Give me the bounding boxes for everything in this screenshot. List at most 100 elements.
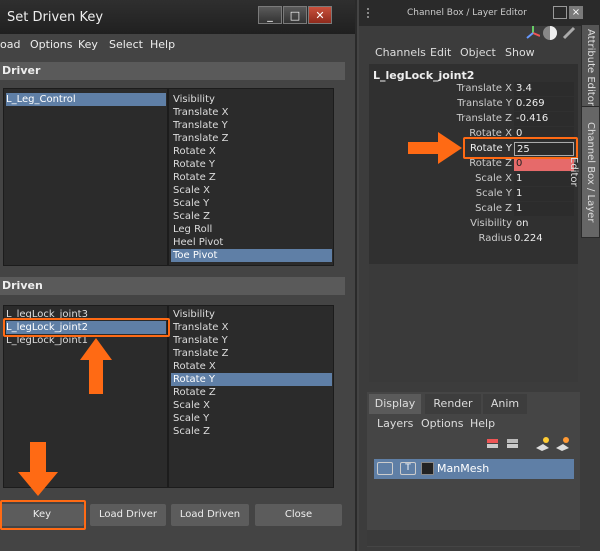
driver-object-list[interactable]: L_Leg_Control: [3, 88, 168, 266]
menu-show[interactable]: Show: [505, 46, 535, 59]
layer-visibility-toggle[interactable]: [377, 462, 393, 475]
driven-attr-item[interactable]: Scale X: [171, 399, 332, 412]
menu-help[interactable]: Help: [470, 417, 495, 430]
driver-attr-item[interactable]: Visibility: [171, 93, 332, 106]
driver-object-item[interactable]: L_Leg_Control: [6, 93, 166, 106]
driver-attr-item[interactable]: Scale Z: [171, 210, 332, 223]
channel-value[interactable]: 0.224: [512, 232, 572, 246]
maximize-button[interactable]: □: [283, 6, 307, 24]
layer-type-toggle[interactable]: T: [400, 462, 416, 475]
channel-value[interactable]: on: [514, 217, 574, 231]
up-arrow-icon: [80, 338, 112, 394]
new-layer-add-icon[interactable]: [554, 436, 570, 452]
axis-icon[interactable]: [526, 26, 540, 40]
channel-box-layer-editor-tab[interactable]: Channel Box / Layer Editor: [568, 106, 600, 238]
channel-row[interactable]: Translate Y 0.269: [359, 97, 579, 112]
channel-row[interactable]: Scale X 1: [359, 172, 579, 187]
driver-attr-item[interactable]: Translate Z: [171, 132, 332, 145]
channel-row[interactable]: Visibility on: [359, 217, 579, 232]
close-panel-icon[interactable]: ×: [569, 6, 583, 19]
driver-attr-item[interactable]: Translate X: [171, 106, 332, 119]
channel-box-titlebar[interactable]: Channel Box / Layer Editor ×: [359, 0, 600, 26]
channel-row[interactable]: Rotate Z 0: [359, 157, 579, 172]
tab-display[interactable]: Display: [369, 394, 421, 414]
driver-attr-item[interactable]: Translate Y: [171, 119, 332, 132]
channel-label: Visibility: [470, 218, 512, 229]
new-layer-selected-icon[interactable]: [484, 436, 500, 452]
new-layer-star-icon[interactable]: [534, 436, 550, 452]
menu-bar: oad Options Key Select Help: [0, 34, 355, 56]
tab-render[interactable]: Render: [425, 394, 481, 414]
driver-attr-item[interactable]: Rotate Y: [171, 158, 332, 171]
menu-options[interactable]: Options: [30, 38, 72, 51]
driven-object-item[interactable]: L_legLock_joint3: [6, 308, 166, 321]
channel-box-panel: Channel Box / Layer Editor × Channels Ed…: [359, 0, 600, 551]
driven-attr-item[interactable]: Translate Z: [171, 347, 332, 360]
tab-anim[interactable]: Anim: [483, 394, 527, 414]
driven-attr-item[interactable]: Visibility: [171, 308, 332, 321]
channel-row[interactable]: Rotate X 0: [359, 127, 579, 142]
channel-row[interactable]: Radius 0.224: [359, 232, 579, 247]
menu-edit[interactable]: Edit: [430, 46, 451, 59]
channel-value[interactable]: 1: [514, 187, 574, 201]
menu-options[interactable]: Options: [421, 417, 463, 430]
channel-value[interactable]: 0: [514, 127, 574, 141]
driven-attribute-list[interactable]: Visibility Translate X Translate Y Trans…: [168, 305, 334, 488]
driver-attr-item[interactable]: Rotate X: [171, 145, 332, 158]
wrench-icon[interactable]: [562, 26, 576, 40]
attribute-editor-tab[interactable]: Attribute Editor: [581, 24, 600, 110]
channel-label: Translate Z: [456, 113, 512, 124]
driven-attr-item[interactable]: Translate Y: [171, 334, 332, 347]
driven-object-item-selected[interactable]: L_legLock_joint2: [6, 321, 166, 334]
driver-attr-item[interactable]: Leg Roll: [171, 223, 332, 236]
layer-scrollbar[interactable]: [367, 530, 580, 546]
driver-attr-item[interactable]: Scale Y: [171, 197, 332, 210]
channel-row[interactable]: Translate X 3.4: [359, 82, 579, 97]
channel-list: Translate X 3.4 Translate Y 0.269 Transl…: [359, 82, 579, 252]
right-arrow-icon: [408, 132, 462, 164]
menu-channels[interactable]: Channels: [375, 46, 426, 59]
load-driver-button[interactable]: Load Driver: [90, 504, 166, 526]
driver-attr-item[interactable]: Scale X: [171, 184, 332, 197]
menu-object[interactable]: Object: [460, 46, 496, 59]
channel-row[interactable]: Scale Z 1: [359, 202, 579, 217]
driven-attr-item[interactable]: Translate X: [171, 321, 332, 334]
window-titlebar[interactable]: Set Driven Key _ □ ✕: [0, 0, 355, 34]
grip-icon: [367, 8, 373, 18]
minimize-button[interactable]: _: [258, 6, 282, 24]
layer-color-swatch[interactable]: [421, 462, 434, 475]
channel-label: Scale Z: [475, 203, 512, 214]
channel-value-input[interactable]: 25: [514, 142, 574, 156]
channel-row-active[interactable]: Rotate Y 25: [359, 142, 579, 157]
load-driven-button[interactable]: Load Driven: [171, 504, 249, 526]
menu-select[interactable]: Select: [109, 38, 143, 51]
channel-value[interactable]: 1: [514, 202, 574, 216]
shading-icon[interactable]: [542, 25, 558, 41]
driven-attr-item[interactable]: Scale Z: [171, 425, 332, 438]
channel-row[interactable]: Scale Y 1: [359, 187, 579, 202]
down-arrow-icon: [18, 442, 58, 496]
channel-value[interactable]: -0.416: [514, 112, 574, 126]
driver-attribute-list[interactable]: Visibility Translate X Translate Y Trans…: [168, 88, 334, 266]
close-window-button[interactable]: ✕: [308, 6, 332, 24]
channel-value[interactable]: 3.4: [514, 82, 574, 96]
layer-row[interactable]: T ManMesh: [374, 459, 574, 479]
channel-row[interactable]: Translate Z -0.416: [359, 112, 579, 127]
close-button[interactable]: Close: [255, 504, 342, 526]
driven-attr-item[interactable]: Scale Y: [171, 412, 332, 425]
driven-attr-item[interactable]: Rotate X: [171, 360, 332, 373]
menu-layers[interactable]: Layers: [377, 417, 413, 430]
channel-value[interactable]: 0.269: [514, 97, 574, 111]
driver-attr-item[interactable]: Heel Pivot: [171, 236, 332, 249]
menu-key[interactable]: Key: [78, 38, 98, 51]
driven-attr-item[interactable]: Rotate Z: [171, 386, 332, 399]
new-layer-icon[interactable]: [504, 436, 520, 452]
driver-attr-item-selected[interactable]: Toe Pivot: [171, 249, 332, 262]
driver-attr-item[interactable]: Rotate Z: [171, 171, 332, 184]
float-panel-icon[interactable]: [553, 6, 567, 19]
channel-label: Scale Y: [475, 188, 512, 199]
menu-help[interactable]: Help: [150, 38, 175, 51]
menu-load[interactable]: oad: [0, 38, 20, 51]
key-button[interactable]: Key: [0, 504, 84, 526]
driven-attr-item-selected[interactable]: Rotate Y: [171, 373, 332, 386]
